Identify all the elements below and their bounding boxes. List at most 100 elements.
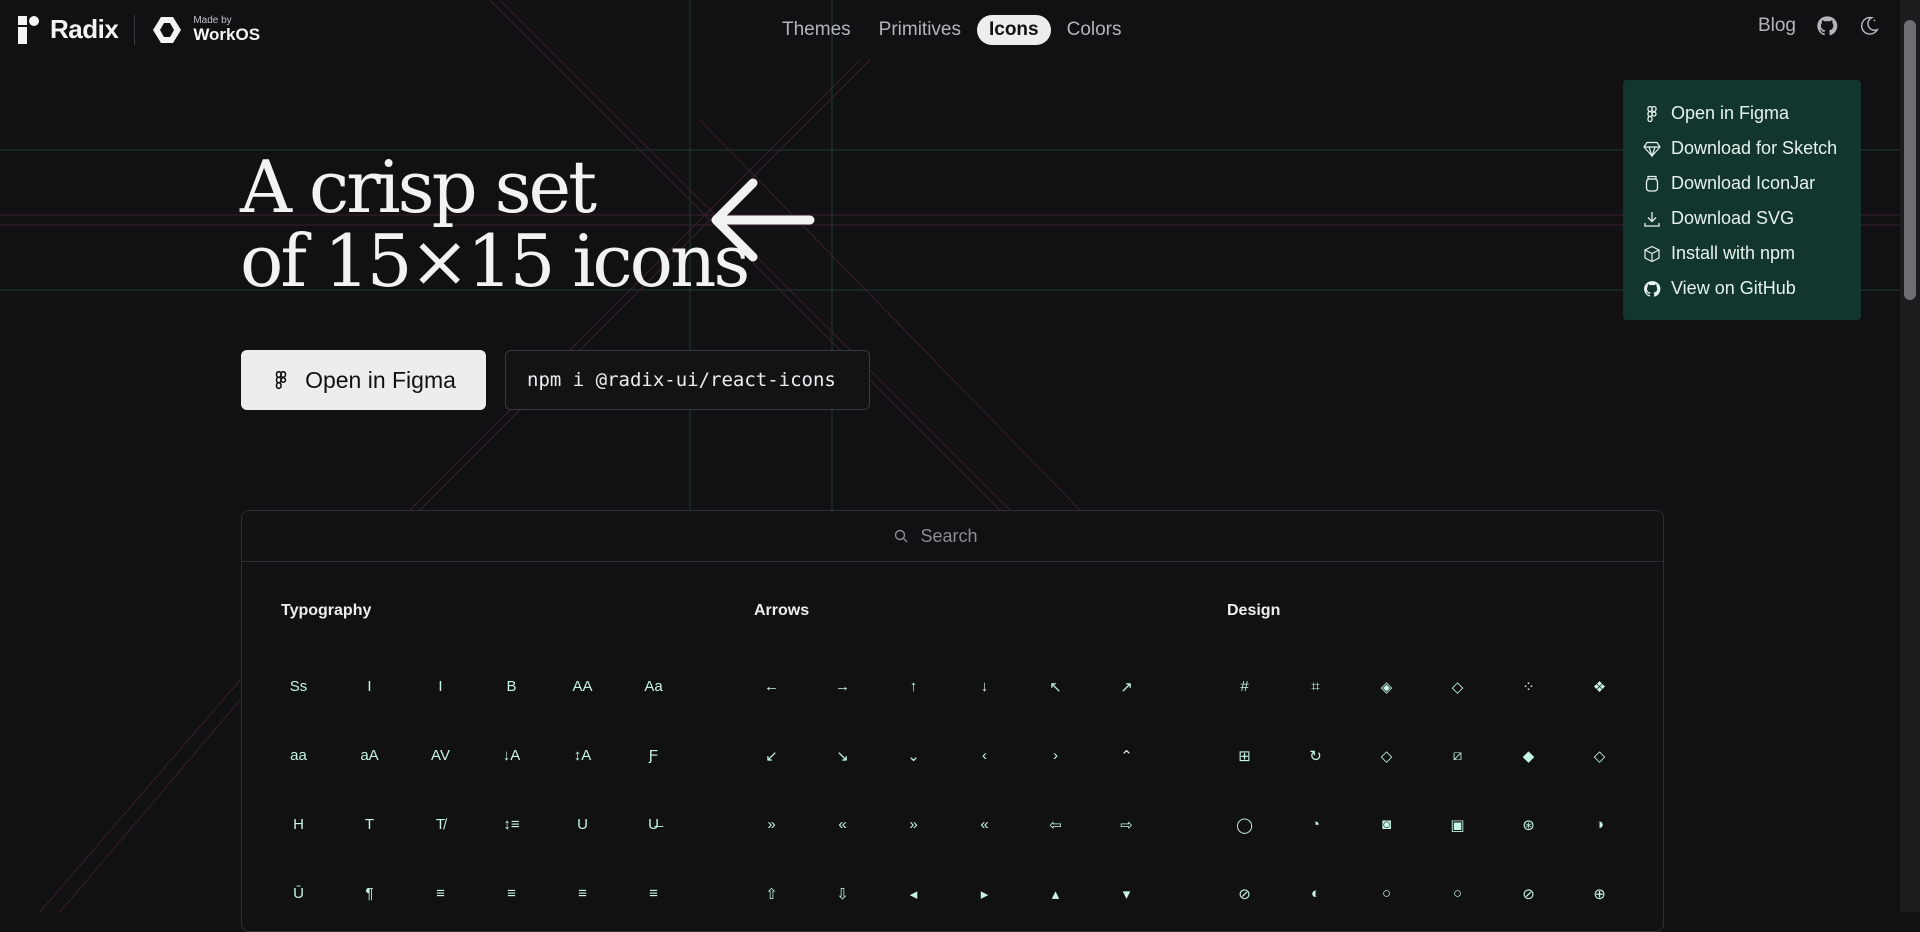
icon-cell[interactable]: ⊘	[1493, 859, 1564, 928]
icon-cell[interactable]: →	[807, 652, 878, 721]
icon-cell[interactable]: ≡	[618, 859, 689, 928]
icon-cell[interactable]: U̶	[618, 790, 689, 859]
icon-cell[interactable]: ‹	[949, 721, 1020, 790]
icon-cell[interactable]: ⌄	[878, 721, 949, 790]
icon-cell[interactable]: ›	[1020, 721, 1091, 790]
icon-cell[interactable]: ≡	[476, 859, 547, 928]
icon-cell[interactable]: ↑	[878, 652, 949, 721]
icon-cell[interactable]: #	[1209, 652, 1280, 721]
icon-cell[interactable]: ◯	[1209, 790, 1280, 859]
icon-cell[interactable]: ↓A	[476, 721, 547, 790]
icon-cell[interactable]: ¶	[334, 859, 405, 928]
icon-cell[interactable]: ▸	[949, 859, 1020, 928]
icon-cell[interactable]: ←	[736, 652, 807, 721]
nav-icons[interactable]: Icons	[976, 15, 1051, 45]
icon-cell[interactable]: ○	[1351, 859, 1422, 928]
icon-cell[interactable]: ◑	[1564, 790, 1635, 859]
icon-cell[interactable]: Ū	[263, 859, 334, 928]
icon-cell[interactable]: ↗	[1091, 652, 1162, 721]
icon-cell[interactable]: ⊕	[1564, 859, 1635, 928]
icon-cell[interactable]: Ƒ	[618, 721, 689, 790]
icon-cell[interactable]: ⌗	[1280, 652, 1351, 721]
icon-cell[interactable]: ◙	[1351, 790, 1422, 859]
workos-logo-icon	[153, 16, 182, 43]
icon-cell[interactable]: aa	[263, 721, 334, 790]
icon-cell[interactable]: ≡	[547, 859, 618, 928]
icon-cell[interactable]: Ss	[263, 652, 334, 721]
icon-cell[interactable]: ⁘	[1493, 652, 1564, 721]
icon-cell[interactable]: T̸	[405, 790, 476, 859]
icon-cell[interactable]: »	[736, 790, 807, 859]
icon-cell[interactable]: T	[334, 790, 405, 859]
menu-item-view-github[interactable]: View on GitHub	[1623, 271, 1861, 306]
icon-cell[interactable]: ⇦	[1020, 790, 1091, 859]
icon-cell[interactable]: ↕≡	[476, 790, 547, 859]
icon-cell[interactable]: ▣	[1422, 790, 1493, 859]
icon-cell[interactable]: ⇩	[807, 859, 878, 928]
theme-toggle-icon[interactable]	[1858, 15, 1880, 37]
icon-cell[interactable]: Aa	[618, 652, 689, 721]
nav-colors[interactable]: Colors	[1055, 15, 1134, 45]
icon-cell[interactable]: ◔	[1280, 790, 1351, 859]
icon-cell[interactable]: ❖	[1564, 652, 1635, 721]
icon-cell[interactable]: »	[878, 790, 949, 859]
icon-cell[interactable]: ◈	[1351, 652, 1422, 721]
icon-glyph: ↓A	[502, 747, 521, 764]
icon-cell[interactable]: ⇨	[1091, 790, 1162, 859]
npm-install-command[interactable]: npm i @radix-ui/react-icons	[505, 350, 870, 410]
icon-cell[interactable]: H	[263, 790, 334, 859]
menu-item-install-npm[interactable]: Install with npm	[1623, 236, 1861, 271]
icon-glyph: »	[909, 816, 918, 833]
search-input[interactable]	[918, 524, 1013, 548]
icon-glyph: ≡	[507, 885, 516, 902]
icon-cell[interactable]: ⇧	[736, 859, 807, 928]
icon-cell[interactable]: ◐	[1280, 859, 1351, 928]
icon-cell[interactable]: ≡	[405, 859, 476, 928]
brand[interactable]: Radix Made by WorkOS	[18, 14, 260, 45]
icon-cell[interactable]: ◂	[878, 859, 949, 928]
icon-cell[interactable]: U	[547, 790, 618, 859]
icon-glyph: ⊘	[1522, 885, 1535, 903]
icon-cell[interactable]: ⊛	[1493, 790, 1564, 859]
icon-cell[interactable]: «	[807, 790, 878, 859]
icon-cell[interactable]: ↓	[949, 652, 1020, 721]
icon-cell[interactable]: «	[949, 790, 1020, 859]
icon-cell[interactable]: B	[476, 652, 547, 721]
icon-cell[interactable]: ◆	[1493, 721, 1564, 790]
icon-cell[interactable]: ◇	[1351, 721, 1422, 790]
icon-cell[interactable]: ⊘	[1209, 859, 1280, 928]
icon-cell[interactable]: ↘	[807, 721, 878, 790]
header-actions: Blog	[1758, 15, 1880, 37]
scrollbar-thumb[interactable]	[1904, 20, 1916, 300]
icon-cell[interactable]: AV	[405, 721, 476, 790]
iconjar-icon	[1645, 175, 1659, 192]
icon-glyph: ↙	[765, 747, 778, 765]
menu-item-open-figma[interactable]: Open in Figma	[1623, 96, 1861, 131]
icon-cell[interactable]: ⌃	[1091, 721, 1162, 790]
blog-link[interactable]: Blog	[1758, 15, 1796, 37]
icon-cell[interactable]: ○	[1422, 859, 1493, 928]
github-icon[interactable]	[1816, 15, 1838, 37]
icon-cell[interactable]: ⧄	[1422, 721, 1493, 790]
icon-cell[interactable]: aA	[334, 721, 405, 790]
page-scrollbar[interactable]	[1900, 0, 1920, 912]
icon-cell[interactable]: ⊞	[1209, 721, 1280, 790]
icon-glyph: ▾	[1122, 885, 1131, 903]
menu-item-download-svg[interactable]: Download SVG	[1623, 201, 1861, 236]
icon-cell[interactable]: ▾	[1091, 859, 1162, 928]
icon-cell[interactable]: ↖	[1020, 652, 1091, 721]
icon-cell[interactable]: ◇	[1422, 652, 1493, 721]
open-in-figma-button[interactable]: Open in Figma	[241, 350, 486, 410]
icon-cell[interactable]: ↙	[736, 721, 807, 790]
icon-cell[interactable]: ↕A	[547, 721, 618, 790]
nav-primitives[interactable]: Primitives	[867, 15, 973, 45]
icon-cell[interactable]: ▴	[1020, 859, 1091, 928]
icon-cell[interactable]: I	[405, 652, 476, 721]
icon-cell[interactable]: AA	[547, 652, 618, 721]
icon-cell[interactable]: ↻	[1280, 721, 1351, 790]
menu-item-download-iconjar[interactable]: Download IconJar	[1623, 166, 1861, 201]
icon-cell[interactable]: ◇	[1564, 721, 1635, 790]
nav-themes[interactable]: Themes	[770, 15, 863, 45]
icon-cell[interactable]: I	[334, 652, 405, 721]
menu-item-download-sketch[interactable]: Download for Sketch	[1623, 131, 1861, 166]
